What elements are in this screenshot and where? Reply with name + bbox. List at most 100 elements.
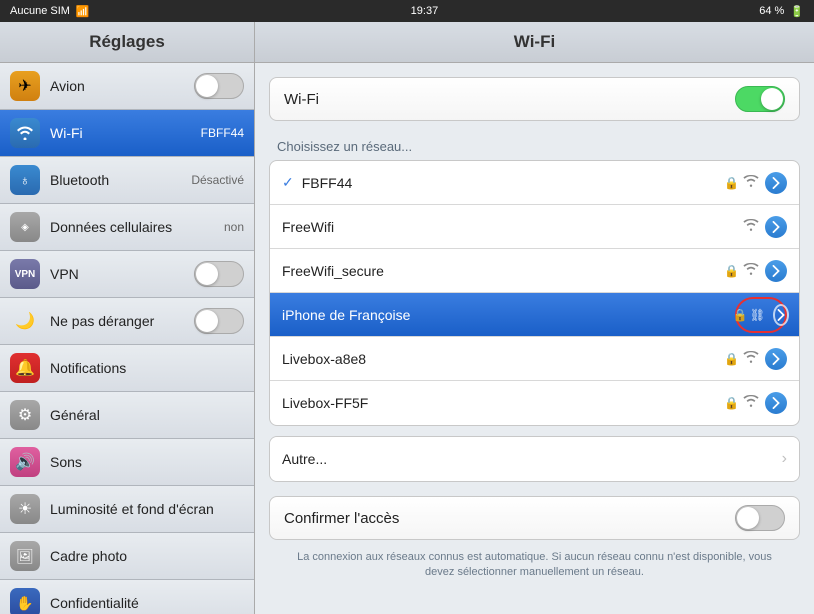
sidebar-item-vpn[interactable]: VPN VPN <box>0 251 254 298</box>
wifi-main-section: Wi-Fi <box>269 77 800 121</box>
network-icons-FreeWifi_secure: 🔒 <box>724 263 759 279</box>
sidebar-item-cellular[interactable]: ◈ Données cellulaires non <box>0 204 254 251</box>
confirm-section: Confirmer l'accès La connexion aux résea… <box>269 496 800 581</box>
sidebar-item-privacy[interactable]: ✋ Confidentialité <box>0 580 254 614</box>
network-row-FreeWifi_secure[interactable]: FreeWifi_secure 🔒 <box>270 249 799 293</box>
sidebar-label-dnd: Ne pas déranger <box>50 313 194 329</box>
network-section: Choisissez un réseau... ✓ FBFF44 🔒 <box>269 135 800 482</box>
sidebar-item-sounds[interactable]: 🔊 Sons <box>0 439 254 486</box>
highlight-circle: 🔒 ⛓ <box>735 297 787 333</box>
network-name-iPhone_Francoise: iPhone de Françoise <box>282 307 735 323</box>
network-icons-FreeWifi <box>743 219 759 235</box>
wifi-signal-icon-Livebox-FF5F <box>743 395 759 411</box>
notifications-icon: 🔔 <box>10 353 40 383</box>
choose-network-label: Choisissez un réseau... <box>269 135 800 160</box>
battery-label: 64 % <box>759 5 784 17</box>
sidebar-sub-bt: Désactivé <box>191 173 244 187</box>
lock-icon-Livebox-FF5F: 🔒 <box>724 396 739 410</box>
network-row-Livebox-FF5F[interactable]: Livebox-FF5F 🔒 <box>270 381 799 425</box>
dnd-icon: 🌙 <box>10 306 40 336</box>
wifi-status-icon: 📶 <box>76 5 90 18</box>
network-row-FreeWifi[interactable]: FreeWifi <box>270 205 799 249</box>
network-name-Livebox-FF5F: Livebox-FF5F <box>282 395 724 411</box>
sidebar-sub-cellular: non <box>224 220 244 234</box>
sounds-icon: 🔊 <box>10 447 40 477</box>
cellular-icon: ◈ <box>10 212 40 242</box>
sidebar-item-notifications[interactable]: 🔔 Notifications <box>0 345 254 392</box>
chevron-icon-autre: › <box>782 450 787 468</box>
sidebar-item-general[interactable]: ⚙ Général <box>0 392 254 439</box>
lock-icon-FBFF44: 🔒 <box>724 176 739 190</box>
wifi-signal-icon-Livebox-a8e8 <box>743 351 759 367</box>
battery-icon: 🔋 <box>790 5 804 18</box>
sidebar-label-vpn: VPN <box>50 266 194 282</box>
network-icons-FBFF44: 🔒 <box>724 175 759 191</box>
sidebar-item-wifi[interactable]: Wi-Fi FBFF44 <box>0 110 254 157</box>
network-row-Livebox-a8e8[interactable]: Livebox-a8e8 🔒 <box>270 337 799 381</box>
detail-button-Livebox-a8e8[interactable] <box>765 348 787 370</box>
sidebar-title: Réglages <box>0 22 254 63</box>
vpn-icon: VPN <box>10 259 40 289</box>
photo-icon: 🖼 <box>10 541 40 571</box>
wifi-signal-icon-FreeWifi_secure <box>743 263 759 279</box>
main-layout: Réglages ✈ Avion Wi-Fi FBFF44 ♁ Bluetoot… <box>0 22 814 614</box>
lock-icon-FreeWifi_secure: 🔒 <box>724 264 739 278</box>
detail-button-Livebox-FF5F[interactable] <box>765 392 787 414</box>
confirm-toggle[interactable] <box>735 505 785 531</box>
network-icons-Livebox-FF5F: 🔒 <box>724 395 759 411</box>
sidebar-sub-wifi: FBFF44 <box>201 126 244 140</box>
sidebar-item-dnd[interactable]: 🌙 Ne pas déranger <box>0 298 254 345</box>
carrier-label: Aucune SIM <box>10 5 70 17</box>
status-right: 64 % 🔋 <box>759 5 804 18</box>
sidebar-label-wifi: Wi-Fi <box>50 125 201 141</box>
sidebar-label-bt: Bluetooth <box>50 172 191 188</box>
sidebar-item-brightness[interactable]: ☀ Luminosité et fond d'écran <box>0 486 254 533</box>
autre-section: Autre... › <box>269 436 800 482</box>
privacy-icon: ✋ <box>10 588 40 614</box>
wifi-signal-icon-FBFF44 <box>743 175 759 191</box>
content-title: Wi-Fi <box>255 22 814 63</box>
status-left: Aucune SIM 📶 <box>10 5 90 18</box>
wifi-toggle-row[interactable]: Wi-Fi <box>269 77 800 121</box>
plane-icon: ✈ <box>10 71 40 101</box>
chain-icon-iPhone_Francoise: ⛓ <box>750 308 765 322</box>
checkmark-icon: ✓ <box>282 174 294 191</box>
status-time: 19:37 <box>411 5 439 17</box>
detail-button-iPhone_Francoise[interactable] <box>773 304 789 326</box>
sidebar-label-photo: Cadre photo <box>50 548 244 564</box>
confirm-label: Confirmer l'accès <box>284 510 735 527</box>
network-row-iPhone_Francoise[interactable]: iPhone de Françoise 🔒 ⛓ <box>270 293 799 337</box>
sidebar-item-bluetooth[interactable]: ♁ Bluetooth Désactivé <box>0 157 254 204</box>
avion-toggle[interactable] <box>194 73 244 99</box>
lock-icon-Livebox-a8e8: 🔒 <box>724 352 739 366</box>
sidebar-item-avion[interactable]: ✈ Avion <box>0 63 254 110</box>
network-row-FBFF44[interactable]: ✓ FBFF44 🔒 <box>270 161 799 205</box>
autre-row[interactable]: Autre... › <box>270 437 799 481</box>
help-text: La connexion aux réseaux connus est auto… <box>269 550 800 581</box>
general-icon: ⚙ <box>10 400 40 430</box>
sidebar: Réglages ✈ Avion Wi-Fi FBFF44 ♁ Bluetoot… <box>0 22 255 614</box>
content-area: Wi-Fi Wi-Fi Choisissez un réseau... ✓ FB… <box>255 22 814 614</box>
lock-icon-iPhone_Francoise: 🔒 <box>733 308 748 322</box>
wifi-main-toggle[interactable] <box>735 86 785 112</box>
network-name-FreeWifi_secure: FreeWifi_secure <box>282 263 724 279</box>
wifi-toggle-label: Wi-Fi <box>284 91 735 108</box>
network-name-FBFF44: FBFF44 <box>302 175 724 191</box>
detail-button-FBFF44[interactable] <box>765 172 787 194</box>
brightness-icon: ☀ <box>10 494 40 524</box>
network-name-Livebox-a8e8: Livebox-a8e8 <box>282 351 724 367</box>
confirm-row[interactable]: Confirmer l'accès <box>269 496 800 540</box>
network-name-FreeWifi: FreeWifi <box>282 219 743 235</box>
sidebar-label-avion: Avion <box>50 78 194 94</box>
status-bar: Aucune SIM 📶 19:37 64 % 🔋 <box>0 0 814 22</box>
vpn-toggle[interactable] <box>194 261 244 287</box>
detail-button-FreeWifi_secure[interactable] <box>765 260 787 282</box>
sidebar-label-general: Général <box>50 407 244 423</box>
sidebar-item-photo[interactable]: 🖼 Cadre photo <box>0 533 254 580</box>
wifi-signal-icon-FreeWifi <box>743 219 759 235</box>
detail-button-FreeWifi[interactable] <box>765 216 787 238</box>
network-list: ✓ FBFF44 🔒 <box>269 160 800 426</box>
sidebar-label-brightness: Luminosité et fond d'écran <box>50 501 244 517</box>
autre-label: Autre... <box>282 451 782 467</box>
dnd-toggle[interactable] <box>194 308 244 334</box>
